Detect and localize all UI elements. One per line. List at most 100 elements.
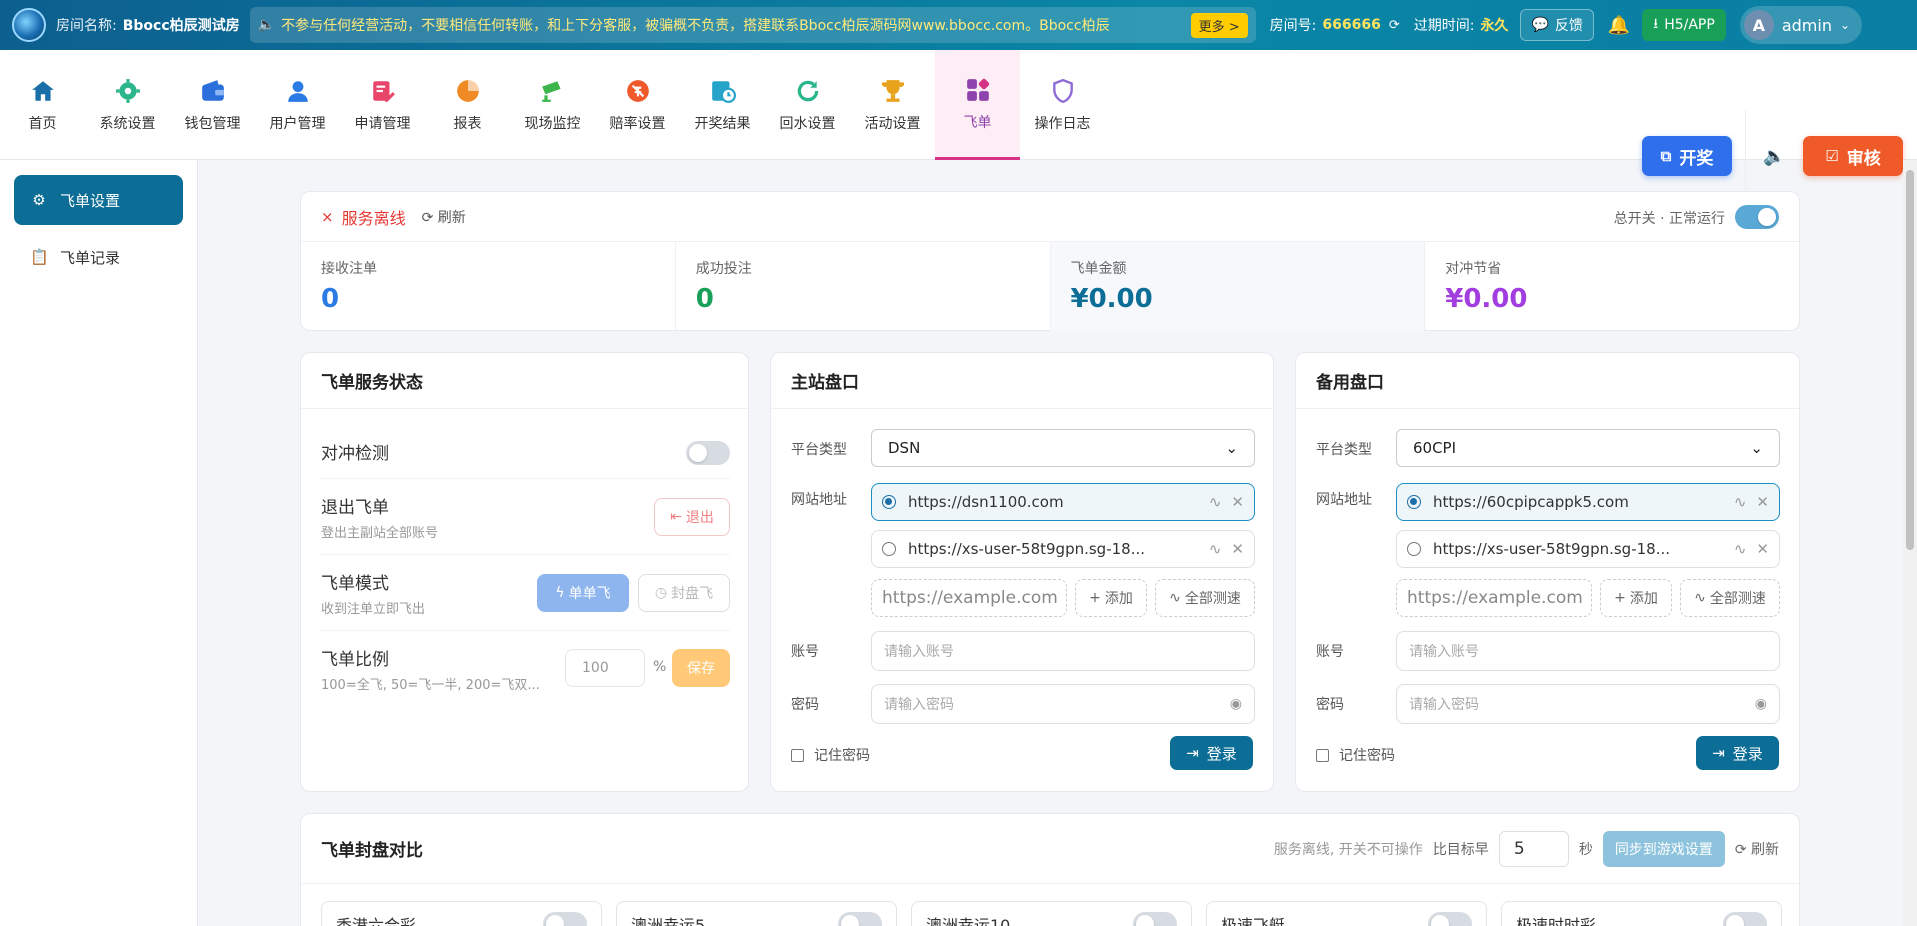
master-switch-toggle[interactable] [1735, 205, 1779, 229]
add-url-button[interactable]: + 添加 [1075, 579, 1147, 617]
page-scrollbar[interactable] [1903, 160, 1917, 926]
checkbox[interactable] [1316, 748, 1329, 762]
nav-item-draw-results[interactable]: 开奖结果 [680, 50, 765, 160]
close-icon[interactable]: ✕ [1231, 493, 1244, 511]
pulse-icon[interactable]: ∿ [1209, 540, 1222, 558]
hedge-label: 对冲检测 [321, 444, 389, 464]
early-seconds-input[interactable]: 5 [1498, 831, 1569, 867]
nav-item-monitor[interactable]: 现场监控 [510, 50, 595, 160]
close-icon[interactable]: ✕ [1231, 540, 1244, 558]
eye-icon[interactable]: ◉ [1755, 696, 1767, 712]
radio-unselected[interactable] [882, 542, 896, 556]
compare-tools: 服务离线, 开关不可操作 比目标早 5 秒 同步到游戏设置 ⟳ 刷新 [1274, 831, 1779, 867]
new-url-input[interactable]: https://example.com [871, 579, 1067, 617]
account-placeholder: 请输入账号 [1409, 644, 1479, 660]
nav-item-odds[interactable]: 赔率设置 [595, 50, 680, 160]
panel-title: 备用盘口 [1296, 353, 1799, 409]
nav-label: 操作日志 [1034, 116, 1091, 132]
url-label: 网站地址 [1316, 492, 1372, 508]
account-input[interactable]: 请输入账号 [871, 631, 1255, 671]
nav-item-wallet[interactable]: 钱包管理 [170, 50, 255, 160]
platform-select[interactable]: DSN ⌄ [871, 429, 1255, 467]
test-all-button[interactable]: ∿ 全部测速 [1680, 579, 1780, 617]
platform-select[interactable]: 60CPI ⌄ [1396, 429, 1780, 467]
game-toggle[interactable] [543, 912, 587, 926]
hedge-toggle[interactable] [686, 441, 730, 465]
account-placeholder: 请输入账号 [884, 644, 954, 660]
single-fly-button[interactable]: ϟ 单单飞 [537, 574, 629, 612]
ratio-input[interactable]: 100 [565, 649, 645, 687]
seal-fly-button[interactable]: ◷ 封盘飞 [638, 574, 730, 612]
radio-unselected[interactable] [1407, 542, 1421, 556]
sync-button[interactable]: 同步到游戏设置 [1602, 831, 1725, 867]
login-label: 登录 [1206, 744, 1237, 763]
eye-icon[interactable]: ◉ [1230, 696, 1242, 712]
feedback-button[interactable]: 💬 反馈 [1520, 9, 1594, 41]
nav-item-system-settings[interactable]: 系统设置 [85, 50, 170, 160]
nav-item-activities[interactable]: 活动设置 [850, 50, 935, 160]
top-bar: 房间名称: Bbocc柏辰测试房 🔈 不参与任何经营活动，不要相信任何转账，和上… [0, 0, 1917, 50]
url-option[interactable]: https://xs-user-58t9gpn.sg-18... ∿ ✕ [1396, 530, 1780, 568]
close-icon[interactable]: ✕ [1756, 493, 1769, 511]
test-all-button[interactable]: ∿ 全部测速 [1155, 579, 1255, 617]
login-button[interactable]: ⇥ 登录 [1696, 736, 1779, 770]
exit-button[interactable]: ⇤ 退出 [654, 498, 730, 536]
url-option[interactable]: https://xs-user-58t9gpn.sg-18... ∿ ✕ [871, 530, 1255, 568]
camera-icon [539, 77, 567, 105]
user-menu[interactable]: A admin ⌄ [1739, 6, 1863, 44]
nav-item-reports[interactable]: 报表 [425, 50, 510, 160]
nav-item-users[interactable]: 用户管理 [255, 50, 340, 160]
game-toggle[interactable] [838, 912, 882, 926]
radio-selected[interactable] [1407, 495, 1421, 509]
chat-icon: 💬 [1531, 17, 1549, 33]
new-url-input[interactable]: https://example.com [1396, 579, 1592, 617]
pulse-icon[interactable]: ∿ [1734, 540, 1747, 558]
nav-label: 用户管理 [269, 116, 326, 132]
shield-icon [1049, 77, 1077, 105]
login-button[interactable]: ⇥ 登录 [1170, 736, 1253, 770]
add-url-button[interactable]: + 添加 [1600, 579, 1672, 617]
expire-value: 永久 [1480, 18, 1509, 34]
game-name: 极速飞艇 [1221, 916, 1286, 926]
compare-refresh-button[interactable]: ⟳ 刷新 [1735, 839, 1779, 859]
nav-item-home[interactable]: 首页 [0, 50, 85, 160]
copy-icon[interactable]: ⟳ [1389, 18, 1400, 33]
more-button[interactable]: 更多 > [1190, 12, 1248, 38]
remember-checkbox[interactable]: 记住密码 [1316, 745, 1395, 765]
draw-button[interactable]: ⧉ 开奖 [1642, 136, 1732, 176]
nav-item-logs[interactable]: 操作日志 [1020, 50, 1105, 160]
stat-value: 0 [321, 284, 340, 314]
audit-button[interactable]: ☑ 审核 [1803, 136, 1903, 176]
service-status-card: ⨯ 服务离线 ⟳ 刷新 总开关 · 正常运行 接收注单 0 成功投注 0 飞单金… [300, 191, 1800, 331]
radio-selected[interactable] [882, 495, 896, 509]
volume-icon[interactable]: 🔈 [1763, 146, 1785, 167]
password-input[interactable]: 请输入密码 ◉ [871, 684, 1255, 724]
password-input[interactable]: 请输入密码 ◉ [1396, 684, 1780, 724]
checkbox[interactable] [791, 748, 804, 762]
refresh-button[interactable]: ⟳ 刷新 [422, 207, 466, 227]
url-option[interactable]: https://60cpipcappk5.com ∿ ✕ [1396, 483, 1780, 521]
expire-label: 过期时间: [1413, 18, 1475, 34]
h5-app-button[interactable]: ⭳ H5/APP [1642, 9, 1726, 41]
close-icon[interactable]: ✕ [1756, 540, 1769, 558]
game-toggle[interactable] [1723, 912, 1767, 926]
game-toggle[interactable] [1428, 912, 1472, 926]
nav-item-fly-order[interactable]: 飞单 [935, 50, 1020, 160]
url-option[interactable]: https://dsn1100.com ∿ ✕ [871, 483, 1255, 521]
nav-item-rebate[interactable]: 回水设置 [765, 50, 850, 160]
nav-item-applications[interactable]: 申请管理 [340, 50, 425, 160]
game-toggle[interactable] [1133, 912, 1177, 926]
ratio-save-button[interactable]: 保存 [672, 649, 730, 687]
early-label: 比目标早 [1432, 842, 1489, 858]
pulse-icon[interactable]: ∿ [1734, 493, 1747, 511]
exit-button-label: 退出 [685, 510, 714, 526]
account-input[interactable]: 请输入账号 [1396, 631, 1780, 671]
remember-checkbox[interactable]: 记住密码 [791, 745, 870, 765]
sidebar-item-fly-settings[interactable]: ⚙ 飞单设置 [14, 175, 183, 225]
bell-icon[interactable]: 🔔 [1608, 15, 1630, 36]
announcement-text: 不参与任何经营活动，不要相信任何转账，和上下分客服，被骗概不负责，搭建联系Bbo… [281, 18, 1110, 34]
stat-label: 接收注单 [321, 261, 377, 277]
scrollbar-thumb[interactable] [1906, 170, 1914, 550]
sidebar-item-fly-records[interactable]: 📋 飞单记录 [14, 232, 183, 282]
pulse-icon[interactable]: ∿ [1209, 493, 1222, 511]
